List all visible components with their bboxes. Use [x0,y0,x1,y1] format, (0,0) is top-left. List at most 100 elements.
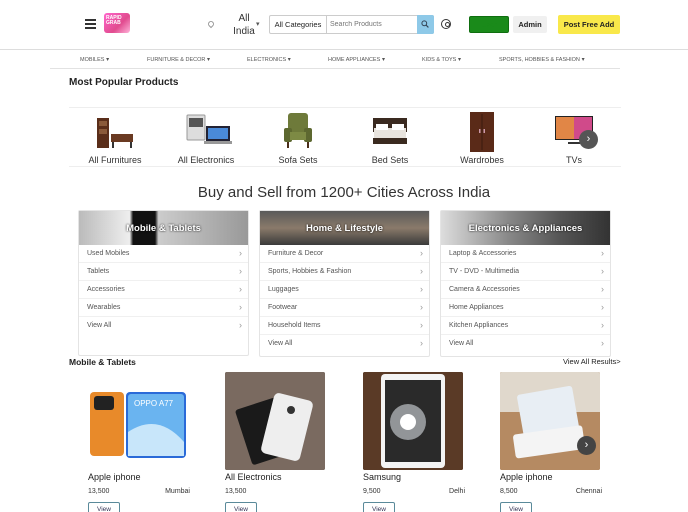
product-price: 13,500 [225,488,247,495]
product-card[interactable]: All Electronics 13,500 View [225,372,325,512]
category-link[interactable]: Home Appliances › [441,299,610,317]
furniture-image [95,112,135,150]
search-button[interactable] [417,15,434,34]
popular-item-label: All Furnitures [88,155,142,165]
popular-item[interactable]: Wardrobes [442,108,522,168]
product-card[interactable]: Samsung 9,500 Delhi View [363,372,465,512]
popular-item[interactable]: Sofa Sets [258,108,338,168]
category-link[interactable]: Used Mobiles › [79,245,248,263]
wardrobe-image [462,112,502,152]
nav-item-kids-toys[interactable]: KIDS & TOYS [422,56,461,63]
category-card-electronics: Electronics & Appliances Laptop & Access… [440,210,611,357]
view-button[interactable]: View [363,502,395,512]
popular-item[interactable]: TVs [534,108,614,168]
product-card[interactable]: OPPO A77 Apple iphone 13,500 Mumbai View [88,372,190,512]
category-link[interactable]: Household Items › [260,317,429,335]
view-all-results-link[interactable]: View All Results> [563,357,621,366]
popular-item[interactable]: All Furnitures [75,108,155,168]
category-card-header[interactable]: Electronics & Appliances [441,211,610,245]
chevron-right-icon: › [584,439,589,451]
popular-item-label: TVs [565,155,582,165]
product-image [225,372,325,470]
logo-text: RAPID GRAB [106,15,122,26]
search-category-select[interactable]: All Categories [270,16,327,33]
chevron-right-icon: › [420,284,423,294]
category-link[interactable]: View All › [441,335,610,353]
post-free-ad-button[interactable]: Post Free Add [558,15,620,34]
chevron-right-icon: › [420,266,423,276]
sofa-image [278,112,318,150]
account-icon[interactable] [441,19,451,29]
chevron-right-icon: › [601,284,604,294]
product-price: 8,500 [500,488,518,495]
nav-item-home-appliances[interactable]: HOME APPLIANCES [328,56,385,63]
category-card-title: Home & Lifestyle [305,223,384,234]
category-card-header[interactable]: Home & Lifestyle [260,211,429,245]
category-link[interactable]: Accessories › [79,281,248,299]
category-link[interactable]: Footwear › [260,299,429,317]
product-name: Apple iphone [88,472,141,482]
chevron-down-icon: ▾ [256,21,260,28]
popular-item[interactable]: All Electronics [166,108,246,168]
category-link[interactable]: Sports, Hobbies & Fashion › [260,263,429,281]
product-city: Chennai [575,488,602,495]
nav-item-furniture[interactable]: FURNITURE & DECOR [147,56,210,63]
chevron-right-icon: › [420,320,423,330]
chevron-right-icon: › [420,248,423,258]
category-card-header[interactable]: Mobile & Tablets [79,211,248,245]
chevron-right-icon: › [601,338,604,348]
popular-products-row: All Furnitures All Electronics Sofa Sets… [69,107,621,167]
chevron-right-icon: › [239,284,242,294]
view-button[interactable]: View [88,502,120,512]
product-image [500,372,600,470]
chevron-right-icon: › [420,338,423,348]
top-bar: RAPID GRAB AllIndia ▾ All Categories Use… [0,0,688,50]
category-link[interactable]: View All › [260,335,429,353]
view-button[interactable]: View [225,502,257,512]
search-icon [421,20,429,28]
chevron-right-icon: › [420,302,423,312]
chevron-right-icon: › [601,320,604,330]
category-link[interactable]: Laptop & Accessories › [441,245,610,263]
popular-item-label: Sofa Sets [278,155,318,165]
category-card-title: Mobile & Tablets [126,223,201,234]
listing-next-arrow[interactable]: › [577,436,596,455]
category-card-mobile: Mobile & Tablets Used Mobiles › Tablets › … [78,210,249,356]
view-button[interactable]: View [500,502,532,512]
nav-item-mobiles[interactable]: MOBILES [80,56,109,63]
product-image-overlay: OPPO A77 [134,399,174,408]
product-price: 13,500 [88,488,110,495]
nav-item-sports[interactable]: SPORTS, HOBBIES & FASHION [499,56,585,63]
category-link[interactable]: Tablets › [79,263,248,281]
chevron-right-icon: › [586,133,591,145]
category-link[interactable]: Furniture & Decor › [260,245,429,263]
popular-item[interactable]: Bed Sets [350,108,430,168]
popular-next-arrow[interactable]: › [579,130,598,149]
nav-item-electronics[interactable]: ELECTRONICS [247,56,291,63]
product-image: OPPO A77 [88,372,188,470]
category-link[interactable]: View All › [79,317,248,335]
menu-icon[interactable] [85,19,96,29]
category-link[interactable]: Camera & Accessories › [441,281,610,299]
popular-item-label: Bed Sets [371,155,409,165]
chevron-right-icon: › [239,320,242,330]
category-card-home: Home & Lifestyle Furniture & Decor › Spor… [259,210,430,357]
category-card-title: Electronics & Appliances [468,223,583,234]
product-name: Samsung [363,472,402,482]
chevron-right-icon: › [601,266,604,276]
category-link[interactable]: Wearables › [79,299,248,317]
site-logo[interactable]: RAPID GRAB [104,13,130,33]
search-input[interactable] [330,17,415,32]
category-link[interactable]: Luggages › [260,281,429,299]
category-link[interactable]: Kitchen Appliances › [441,317,610,335]
chevron-right-icon: › [601,248,604,258]
category-link[interactable]: TV - DVD - Multimedia › [441,263,610,281]
location-selector[interactable]: All India ▾ [206,12,266,38]
admin-button[interactable]: Admin [513,16,547,33]
product-city: Mumbai [165,488,190,495]
product-name: All Electronics [225,472,282,482]
user-button[interactable]: User [469,16,509,33]
location-label: All India [233,13,255,37]
popular-title: Most Popular Products [69,77,179,88]
location-pin-icon [206,19,216,29]
